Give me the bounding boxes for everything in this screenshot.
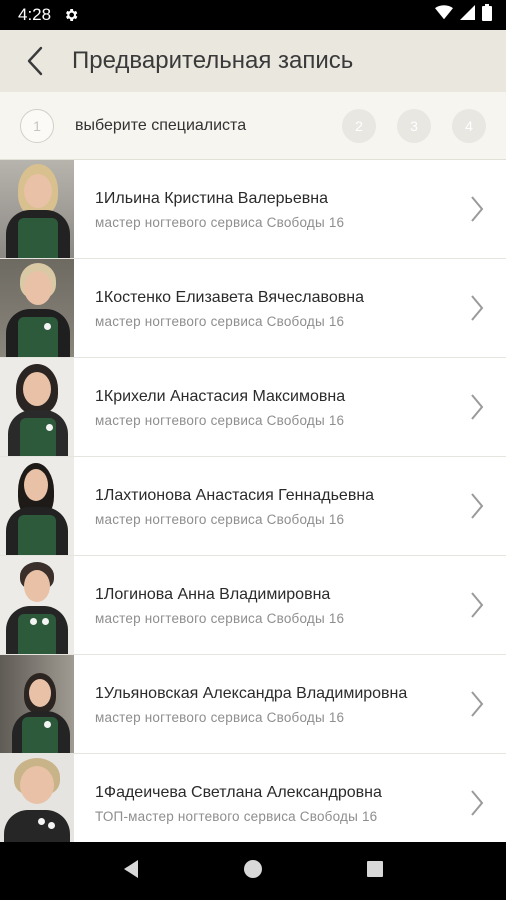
specialist-photo <box>0 160 74 258</box>
specialist-photo <box>0 754 74 842</box>
specialist-name: 1Ульяновская Александра Владимировна <box>95 684 408 702</box>
chevron-right-icon <box>471 691 484 717</box>
specialist-row[interactable]: 1Фадеичева Светлана Александровна ТОП-ма… <box>0 754 506 842</box>
status-time: 4:28 <box>18 5 52 24</box>
page-title: Предварительная запись <box>72 47 354 74</box>
specialist-row[interactable]: 1Ильина Кристина Валерьевна мастер ногте… <box>0 160 506 259</box>
app-bar: Предварительная запись <box>0 30 506 92</box>
step-1-indicator: 1 <box>20 109 54 143</box>
specialist-name: 1Логинова Анна Владимировна <box>95 585 331 603</box>
specialist-role: мастер ногтевого сервиса Свободы 16 <box>95 610 345 626</box>
specialist-role: ТОП-мастер ногтевого сервиса Свободы 16 <box>95 808 378 824</box>
specialist-photo <box>0 655 74 753</box>
specialist-list: 1Ильина Кристина Валерьевна мастер ногте… <box>0 160 506 842</box>
specialist-name: 1Фадеичева Светлана Александровна <box>95 783 382 801</box>
specialist-row[interactable]: 1Логинова Анна Владимировна мастер ногте… <box>0 556 506 655</box>
specialist-name: 1Крихели Анастасия Максимовна <box>95 387 346 405</box>
wifi-icon <box>435 5 453 25</box>
chevron-right-icon <box>471 592 484 618</box>
specialist-row[interactable]: 1Крихели Анастасия Максимовна мастер ног… <box>0 358 506 457</box>
step-label: выберите специалиста <box>75 117 247 134</box>
specialist-role: мастер ногтевого сервиса Свободы 16 <box>95 709 345 725</box>
home-nav-icon[interactable] <box>243 859 263 884</box>
specialist-role: мастер ногтевого сервиса Свободы 16 <box>95 511 345 527</box>
recents-nav-icon[interactable] <box>366 860 384 883</box>
specialist-role: мастер ногтевого сервиса Свободы 16 <box>95 412 345 428</box>
specialist-name: 1Ильина Кристина Валерьевна <box>95 189 328 207</box>
specialist-role: мастер ногтевого сервиса Свободы 16 <box>95 313 345 329</box>
navigation-bar <box>0 842 506 900</box>
back-button[interactable] <box>0 30 70 92</box>
chevron-right-icon <box>471 790 484 816</box>
back-nav-icon[interactable] <box>122 859 140 884</box>
specialist-photo <box>0 259 74 357</box>
specialist-name: 1Лахтионова Анастасия Геннадьевна <box>95 486 375 504</box>
chevron-right-icon <box>471 493 484 519</box>
specialist-photo <box>0 457 74 555</box>
chevron-right-icon <box>471 295 484 321</box>
chevron-right-icon <box>471 196 484 222</box>
specialist-name: 1Костенко Елизавета Вячеславовна <box>95 288 364 306</box>
settings-gear-icon <box>63 7 79 23</box>
status-bar: 4:28 <box>0 0 506 30</box>
specialist-photo <box>0 358 74 456</box>
chevron-right-icon <box>471 394 484 420</box>
cellular-signal-icon <box>460 5 475 25</box>
specialist-row[interactable]: 1Костенко Елизавета Вячеславовна мастер … <box>0 259 506 358</box>
specialist-photo <box>0 556 74 654</box>
battery-icon <box>482 4 492 26</box>
steps-indicator: 1 выберите специалиста 2 3 4 <box>0 92 506 160</box>
specialist-row[interactable]: 1Ульяновская Александра Владимировна мас… <box>0 655 506 754</box>
step-4-indicator: 4 <box>452 109 486 143</box>
specialist-role: мастер ногтевого сервиса Свободы 16 <box>95 214 345 230</box>
chevron-left-icon <box>27 46 43 76</box>
step-3-indicator: 3 <box>397 109 431 143</box>
step-2-indicator: 2 <box>342 109 376 143</box>
specialist-row[interactable]: 1Лахтионова Анастасия Геннадьевна мастер… <box>0 457 506 556</box>
